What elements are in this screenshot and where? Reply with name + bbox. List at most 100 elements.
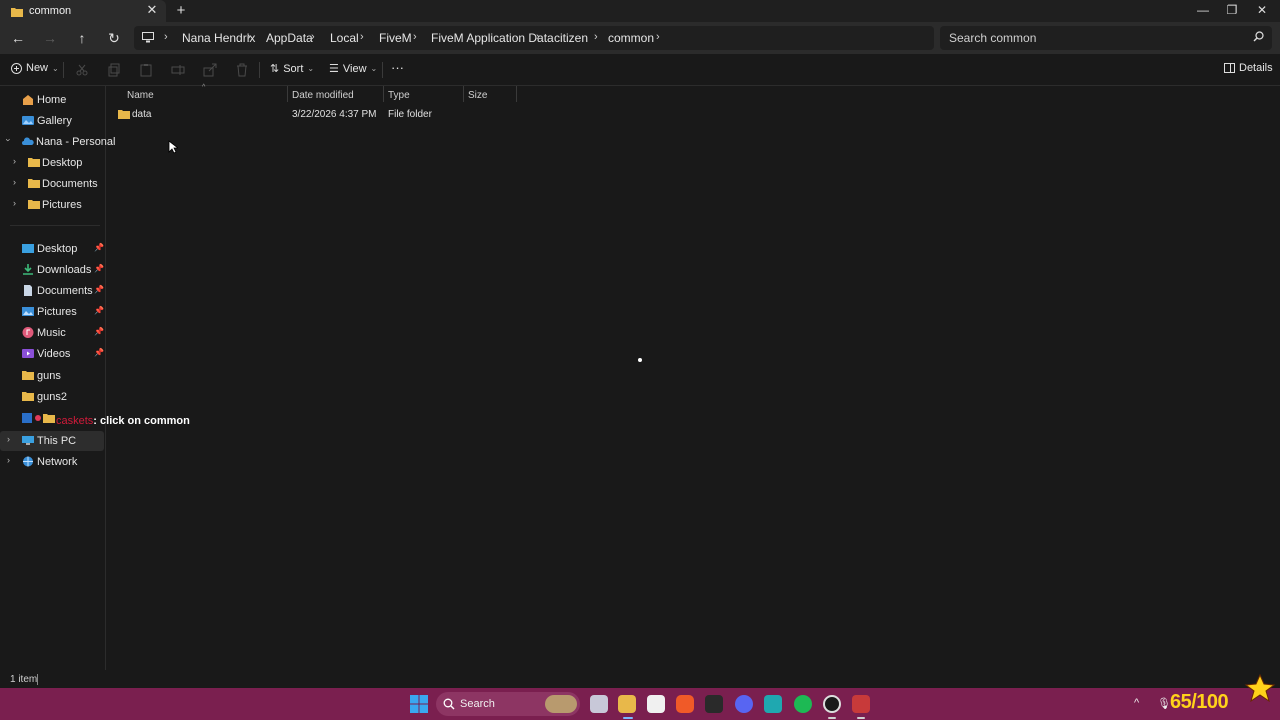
sidebar-item-this-pc[interactable]: › This PC: [0, 431, 104, 451]
chat-overlay: caskets: click on common: [56, 415, 190, 427]
search-input[interactable]: Search common: [940, 26, 1272, 50]
breadcrumb-fivem[interactable]: FiveM: [379, 31, 412, 45]
folder-icon: [118, 110, 130, 119]
breadcrumb-common[interactable]: common: [608, 31, 654, 45]
new-button[interactable]: New ⌄: [11, 62, 59, 74]
chevron-right-icon[interactable]: ›: [7, 434, 10, 444]
store-icon[interactable]: [647, 695, 665, 713]
up-button[interactable]: ↑: [73, 29, 91, 47]
home-icon: [23, 95, 33, 105]
badge-icon: [35, 415, 41, 421]
view-button[interactable]: ☰ View ⌄: [329, 62, 378, 76]
tray-chevron-up-icon[interactable]: ^: [1134, 697, 1139, 709]
file-explorer-icon[interactable]: [618, 695, 636, 713]
sidebar-item-videos[interactable]: Videos 📌: [0, 344, 104, 364]
sidebar-item-label: Gallery: [37, 115, 72, 127]
chevron-down-icon[interactable]: ›: [4, 139, 14, 142]
tab-common[interactable]: common ✕: [0, 0, 166, 22]
obs-icon[interactable]: [823, 695, 841, 713]
chevron-down-icon: ⌄: [370, 64, 378, 73]
new-tab-button[interactable]: +: [174, 2, 188, 19]
sidebar-item-documents[interactable]: Documents 📌: [0, 281, 104, 301]
sidebar-item-onedrive-documents[interactable]: › Documents: [0, 174, 104, 194]
address-bar[interactable]: › Nana Hendrix › AppData › Local › FiveM…: [134, 26, 934, 50]
folder-icon: [11, 6, 23, 20]
column-header-type[interactable]: Type: [388, 90, 410, 101]
copy-icon[interactable]: [107, 63, 121, 77]
file-row[interactable]: data 3/22/2026 4:37 PM File folder: [112, 106, 522, 124]
details-button[interactable]: Details: [1224, 62, 1273, 74]
discord-icon[interactable]: [735, 695, 753, 713]
column-divider[interactable]: [463, 86, 464, 102]
gallery-icon: [22, 116, 34, 125]
winrar-icon[interactable]: [852, 695, 870, 713]
sidebar-item-label: Downloads: [37, 264, 92, 276]
sidebar-item-label: guns2: [37, 391, 67, 403]
sidebar-item-label: Desktop: [42, 157, 83, 169]
address-row: ← → ↑ ↻ › Nana Hendrix › AppData › Local…: [0, 22, 1280, 54]
forward-button[interactable]: →: [41, 29, 59, 47]
chevron-right-icon: ›: [247, 31, 251, 43]
chevron-right-icon: ›: [594, 31, 598, 43]
share-icon[interactable]: [203, 63, 217, 77]
xbox-icon[interactable]: [705, 695, 723, 713]
app-icon[interactable]: [764, 695, 782, 713]
sidebar-item-downloads[interactable]: Downloads 📌: [0, 260, 104, 280]
active-indicator: [828, 717, 836, 719]
sort-ascending-icon: ^: [202, 84, 206, 91]
column-divider[interactable]: [383, 86, 384, 102]
paste-icon[interactable]: [139, 63, 153, 77]
microphone-icon[interactable]: 🎙: [1157, 697, 1171, 710]
sidebar-item-onedrive[interactable]: › Nana - Personal: [0, 132, 116, 152]
pin-icon: 📌: [94, 348, 104, 357]
chevron-right-icon: ›: [536, 31, 540, 43]
column-divider[interactable]: [287, 86, 288, 102]
view-icon: ☰: [329, 63, 339, 75]
sidebar-item-guns[interactable]: guns: [0, 366, 104, 386]
windows-start-icon[interactable]: [410, 695, 428, 713]
back-button[interactable]: ←: [9, 29, 27, 47]
chevron-right-icon[interactable]: ›: [13, 177, 16, 187]
minimize-button[interactable]: —: [1196, 3, 1210, 17]
active-indicator: [623, 717, 633, 719]
sidebar-item-guns2[interactable]: guns2: [0, 387, 104, 407]
column-header-name[interactable]: Name: [127, 90, 154, 101]
pin-icon: 📌: [94, 243, 104, 252]
task-view-icon[interactable]: [590, 695, 608, 713]
column-header-date[interactable]: Date modified: [292, 90, 354, 101]
rename-icon[interactable]: [171, 63, 185, 77]
close-window-button[interactable]: ✕: [1255, 3, 1269, 17]
maximize-button[interactable]: ❐: [1225, 3, 1239, 17]
delete-icon[interactable]: [235, 63, 249, 77]
more-options-button[interactable]: ···: [391, 60, 404, 75]
sidebar-item-music[interactable]: Music 📌: [0, 323, 104, 343]
sidebar-item-home[interactable]: Home: [0, 90, 104, 110]
cut-icon[interactable]: [75, 63, 89, 77]
sidebar-item-onedrive-desktop[interactable]: › Desktop: [0, 153, 104, 173]
brave-browser-icon[interactable]: [676, 695, 694, 713]
sidebar-item-network[interactable]: › Network: [0, 452, 104, 472]
folder-icon: [43, 414, 55, 423]
sidebar-item-desktop[interactable]: Desktop 📌: [0, 239, 104, 259]
sidebar-item-gallery[interactable]: Gallery: [0, 111, 104, 131]
chevron-right-icon: ›: [413, 31, 417, 43]
breadcrumb-citizen[interactable]: citizen: [554, 31, 588, 45]
sidebar-item-onedrive-pictures[interactable]: › Pictures: [0, 195, 104, 215]
spotify-icon[interactable]: [794, 695, 812, 713]
column-divider[interactable]: [516, 86, 517, 102]
sidebar-item-pictures[interactable]: Pictures 📌: [0, 302, 104, 322]
close-tab-icon[interactable]: ✕: [145, 3, 159, 17]
breadcrumb-nana-hendrix[interactable]: Nana Hendrix: [182, 31, 255, 45]
column-header-size[interactable]: Size: [468, 90, 487, 101]
chevron-right-icon[interactable]: ›: [7, 455, 10, 465]
refresh-button[interactable]: ↻: [105, 29, 123, 47]
breadcrumb-local[interactable]: Local: [330, 31, 359, 45]
chevron-right-icon: ›: [311, 31, 315, 43]
divider: [10, 225, 100, 226]
chevron-right-icon[interactable]: ›: [13, 198, 16, 208]
breadcrumb-appdata[interactable]: AppData: [266, 31, 313, 45]
sort-button[interactable]: ⇅ Sort ⌄: [270, 62, 314, 76]
chevron-right-icon[interactable]: ›: [13, 156, 16, 166]
taskbar-search[interactable]: Search: [436, 692, 580, 716]
pictures-icon: [22, 307, 34, 316]
